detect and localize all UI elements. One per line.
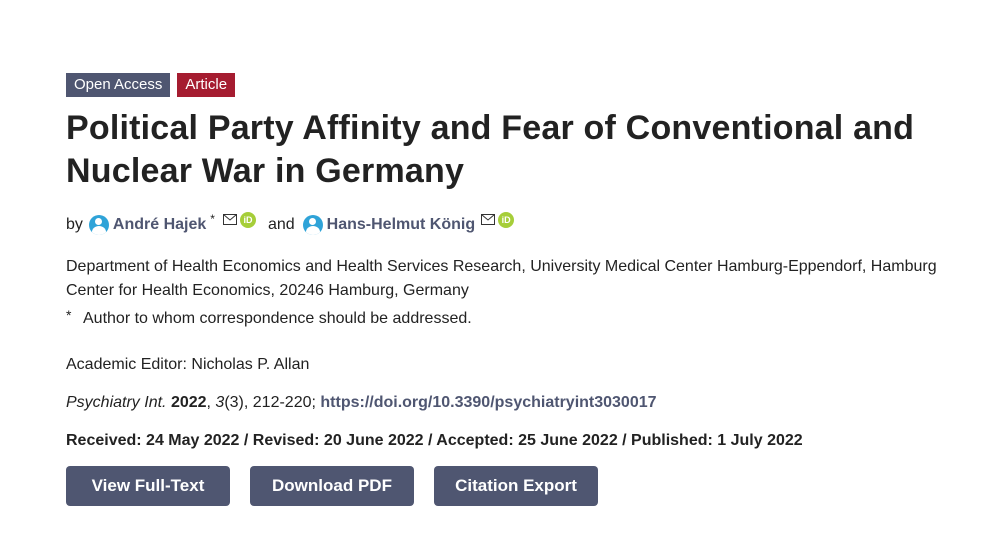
by-label: by <box>66 216 83 233</box>
view-full-text-button[interactable]: View Full-Text <box>66 466 230 506</box>
journal-name: Psychiatry Int. <box>66 394 167 411</box>
mail-icon[interactable] <box>222 209 237 233</box>
affiliation: Department of Health Economics and Healt… <box>66 258 937 299</box>
corresponding-star: * <box>210 212 215 226</box>
correspondence-note: * Author to whom correspondence should b… <box>66 307 986 329</box>
title-line-2: Nuclear War in Germany <box>66 152 465 190</box>
correspondence-text: Author to whom correspondence should be … <box>83 310 472 327</box>
citation-issue-pages: (3), 212-220; <box>224 394 316 411</box>
article-title: Political Party Affinity and Fear of Con… <box>66 107 986 193</box>
download-pdf-button[interactable]: Download PDF <box>250 466 414 506</box>
citation-year: 2022 <box>170 394 207 411</box>
doi-link[interactable]: https://doi.org/10.3390/psychiatryint303… <box>320 394 656 411</box>
article-type-badge: Article <box>177 73 236 97</box>
citation-volume: 3 <box>215 394 225 411</box>
orcid-icon[interactable]: iD <box>498 212 515 228</box>
article-header: Open Access Article Political Party Affi… <box>66 73 986 506</box>
badges: Open Access Article <box>66 73 986 97</box>
mail-icon[interactable] <box>481 209 496 233</box>
title-line-1: Political Party Affinity and Fear of Con… <box>66 109 915 147</box>
user-circle-icon[interactable] <box>302 215 323 235</box>
author-name-1[interactable]: André Hajek <box>113 213 206 237</box>
and-label: and <box>267 216 295 233</box>
academic-editor: Academic Editor: Nicholas P. Allan <box>66 356 310 373</box>
authors: by André Hajek * iD and Hans-Helmut Köni… <box>66 212 986 237</box>
citation-export-button[interactable]: Citation Export <box>434 466 598 506</box>
user-circle-icon[interactable] <box>88 215 109 235</box>
orcid-icon[interactable]: iD <box>239 212 256 228</box>
action-buttons: View Full-Text Download PDF Citation Exp… <box>66 466 986 506</box>
correspondence-symbol: * <box>66 307 72 323</box>
author-name-2[interactable]: Hans-Helmut König <box>327 213 475 237</box>
citation: Psychiatry Int. 2022, 3(3), 212-220; htt… <box>66 394 657 411</box>
open-access-badge[interactable]: Open Access <box>66 73 171 97</box>
publication-dates: Received: 24 May 2022 / Revised: 20 June… <box>66 432 803 449</box>
